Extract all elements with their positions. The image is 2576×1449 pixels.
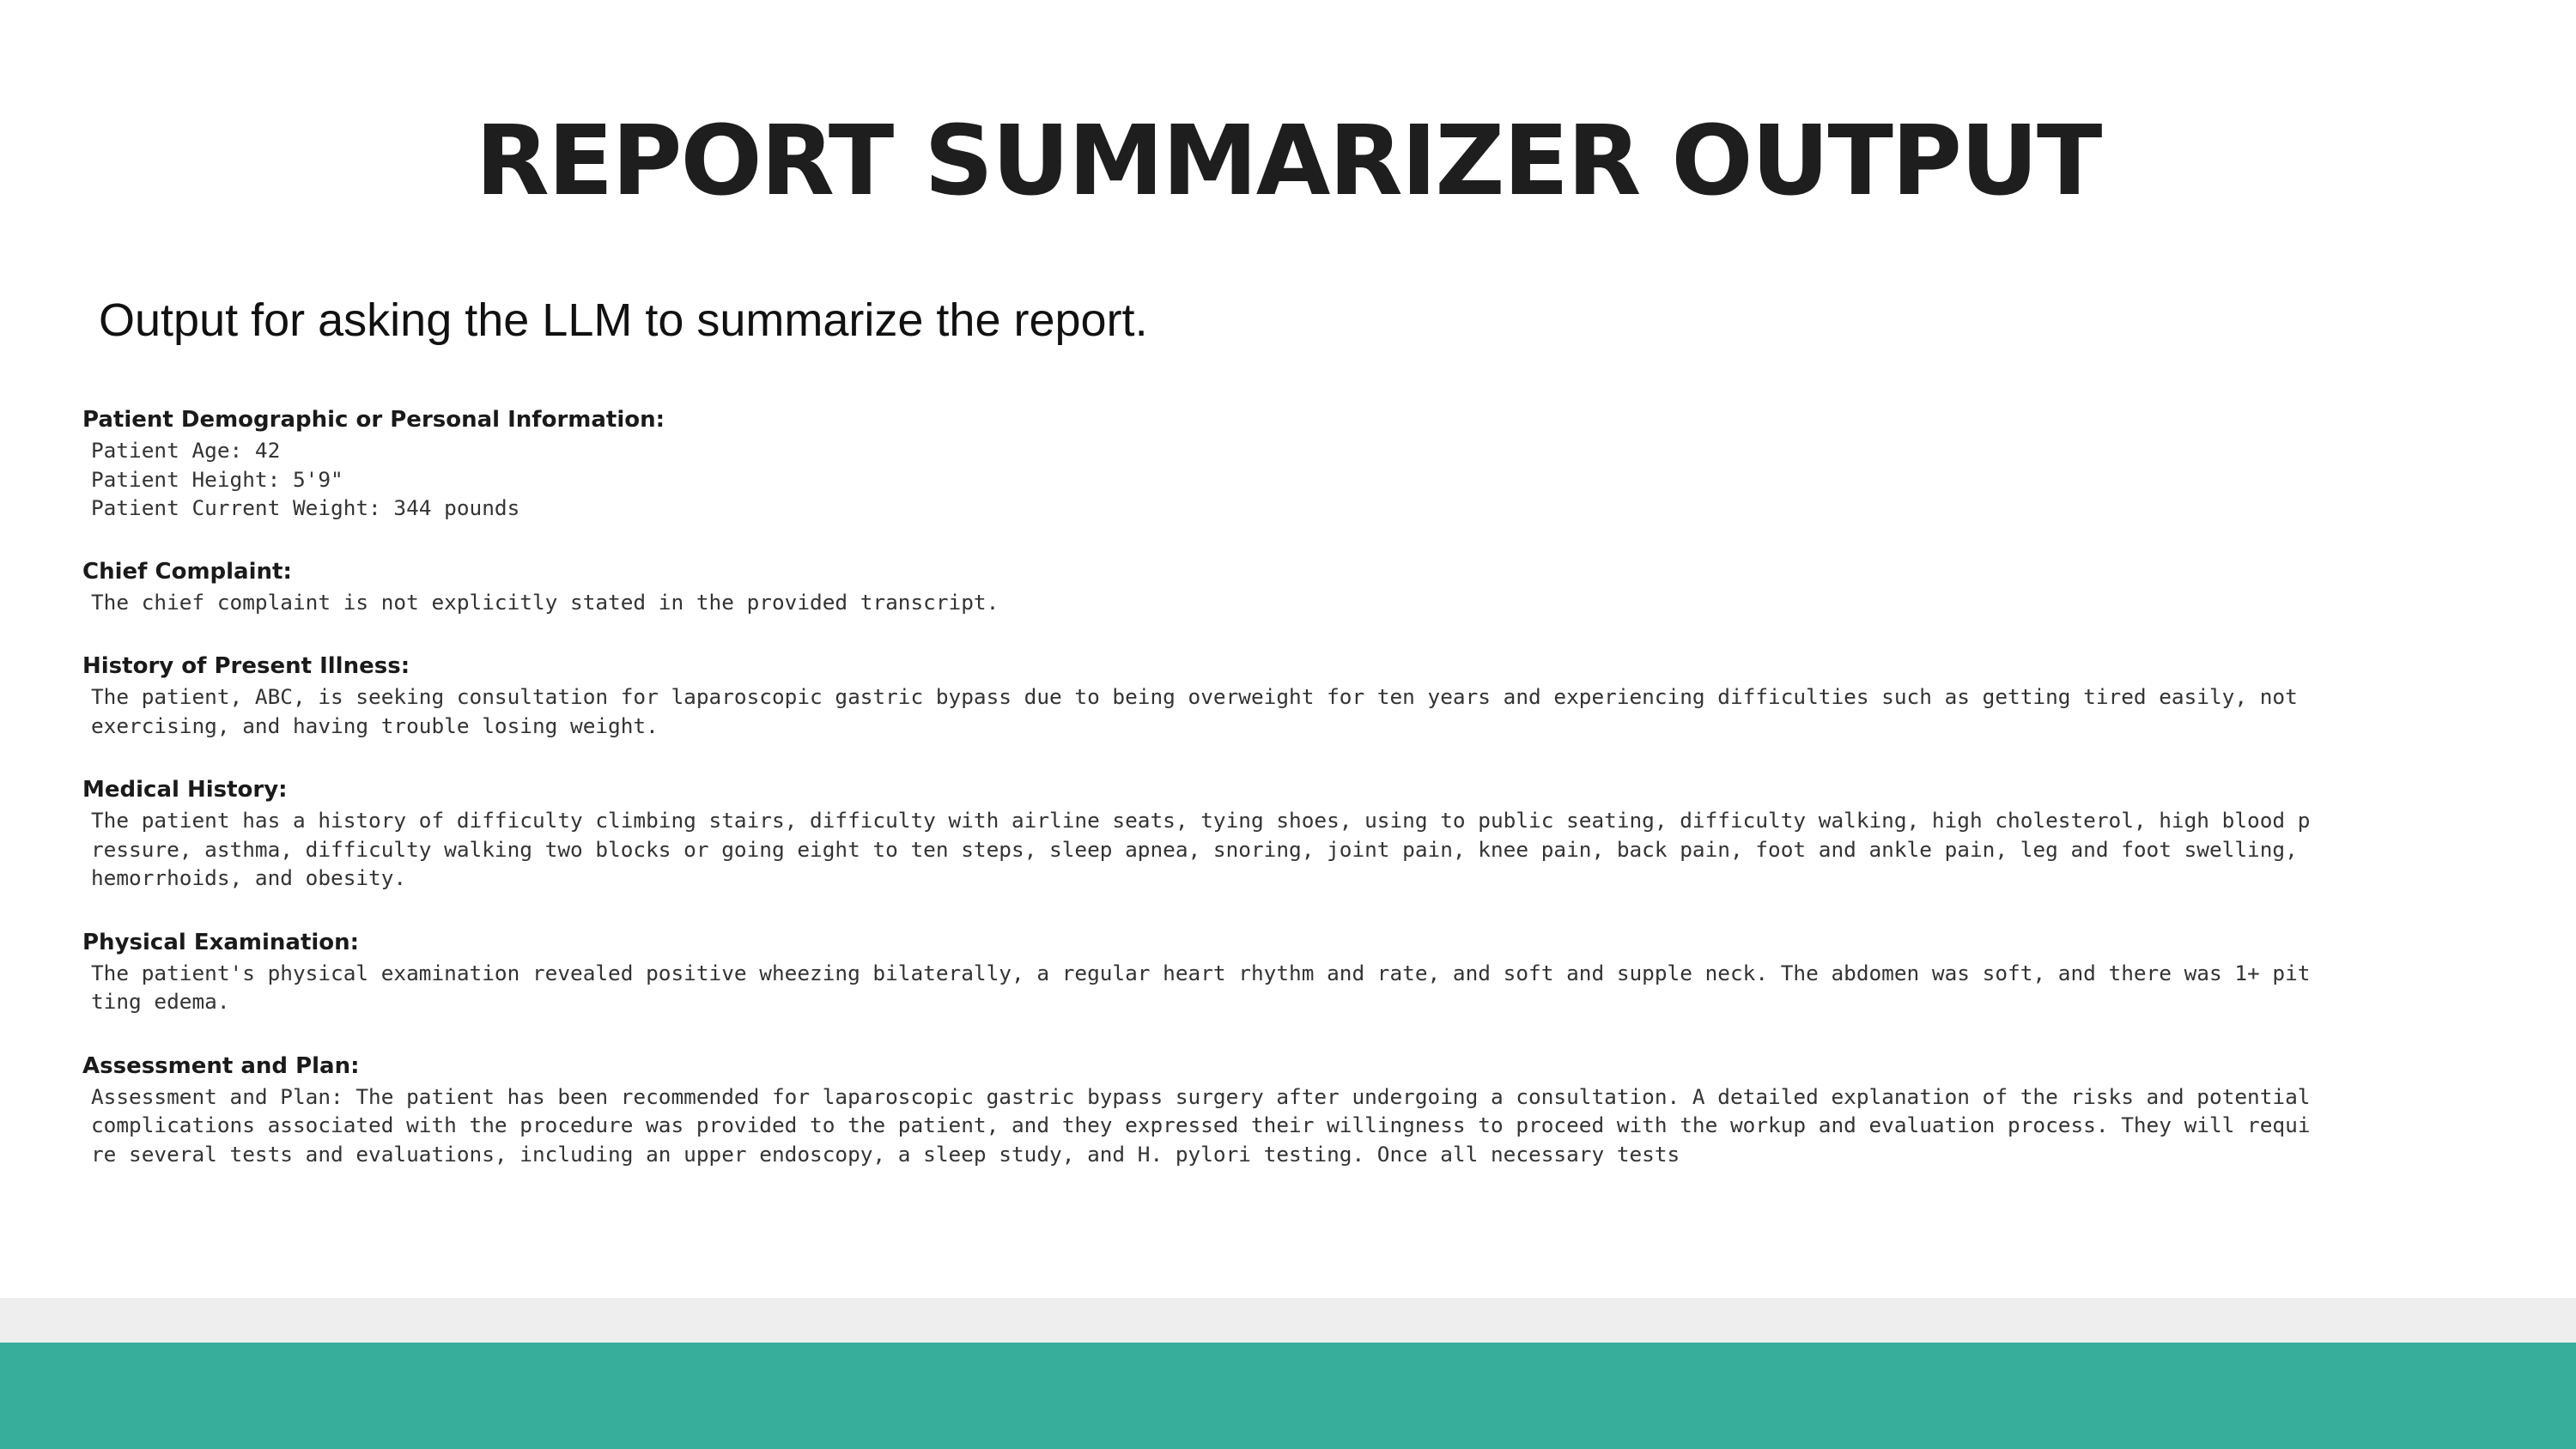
section-history-present-illness: History of Present Illness: The patient,… [82, 650, 2298, 740]
section-line: ting edema. [91, 989, 230, 1014]
section-line: hemorrhoids, and obesity. [91, 865, 407, 890]
slide-subtitle: Output for asking the LLM to summarize t… [99, 294, 1148, 346]
section-heading: Medical History: [82, 777, 288, 803]
section-line: The patient's physical examination revea… [91, 960, 2311, 985]
section-heading: Assessment and Plan: [82, 1052, 360, 1079]
section-line: complications associated with the proced… [91, 1113, 2311, 1137]
footer-light-band [0, 1298, 2576, 1343]
section-line: The chief complaint is not explicitly st… [91, 589, 999, 615]
section-line: Patient Current Weight: 344 pounds [91, 495, 520, 520]
section-line: Patient Age: 42 [91, 438, 281, 463]
section-heading: Patient Demographic or Personal Informat… [82, 407, 665, 433]
report-output: Patient Demographic or Personal Informat… [82, 403, 2311, 1169]
section-heading: Physical Examination: [82, 929, 360, 955]
section-physical-examination: Physical Examination: The patient's phys… [82, 926, 2311, 1016]
section-heading: History of Present Illness: [82, 653, 410, 679]
section-line: Assessment and Plan: The patient has bee… [91, 1083, 2311, 1109]
slide-title: REPORT SUMMARIZER OUTPUT [475, 106, 2103, 217]
section-line: re several tests and evaluations, includ… [91, 1141, 1680, 1167]
section-chief-complaint: Chief Complaint: The chief complaint is … [82, 555, 2246, 617]
section-assessment-plan: Assessment and Plan: Assessment and Plan… [82, 1050, 2311, 1169]
section-demographics: Patient Demographic or Personal Informat… [82, 403, 2246, 523]
section-heading: Chief Complaint: [82, 558, 292, 585]
slide: REPORT SUMMARIZER OUTPUT Output for aski… [0, 0, 2576, 1449]
section-line: exercising, and having trouble losing we… [91, 712, 659, 738]
section-line: The patient, ABC, is seeking consultatio… [91, 684, 2298, 709]
section-medical-history: Medical History: The patient has a histo… [82, 773, 2311, 893]
section-line: The patient has a history of difficulty … [91, 808, 2311, 833]
section-line: ressure, asthma, difficulty walking two … [91, 836, 2298, 862]
footer-accent-bar [0, 1343, 2576, 1449]
section-line: Patient Height: 5'9" [91, 466, 343, 492]
